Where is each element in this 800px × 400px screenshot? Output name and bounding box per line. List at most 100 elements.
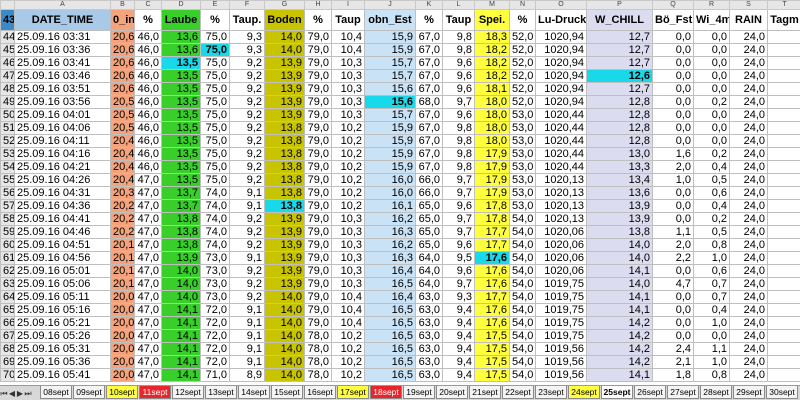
column-letter-o[interactable]: O bbox=[535, 0, 587, 10]
sheet-tab[interactable]: 11sept bbox=[139, 386, 171, 399]
table-cell[interactable]: 24,0 bbox=[729, 108, 768, 122]
table-cell[interactable]: 20,1 bbox=[110, 264, 135, 278]
table-cell[interactable]: 20,6 bbox=[110, 43, 135, 57]
table-cell[interactable]: 79,0 bbox=[304, 303, 332, 317]
table-cell[interactable]: 9,1 bbox=[229, 251, 265, 265]
table-cell[interactable]: 24,0 bbox=[729, 121, 768, 135]
table-cell[interactable]: 25.09.16 05:26 bbox=[14, 329, 111, 343]
table-cell[interactable]: 54,0 bbox=[509, 225, 536, 239]
row-number[interactable]: 49 bbox=[0, 95, 15, 109]
table-cell[interactable]: 0,6 bbox=[693, 186, 730, 200]
table-cell[interactable]: 14,0 bbox=[586, 277, 653, 291]
table-cell[interactable]: 64,0 bbox=[415, 277, 443, 291]
table-cell[interactable]: 16,2 bbox=[364, 238, 416, 252]
table-cell[interactable]: 9,8 bbox=[442, 134, 475, 148]
table-cell[interactable]: 24,0 bbox=[729, 30, 768, 44]
table-cell[interactable]: 24,0 bbox=[729, 355, 768, 369]
table-cell[interactable]: 1020,06 bbox=[535, 251, 587, 265]
table-cell[interactable]: 53,0 bbox=[509, 186, 536, 200]
table-cell[interactable]: 20,2 bbox=[110, 199, 135, 213]
table-cell[interactable]: 14,0 bbox=[264, 290, 305, 304]
table-cell[interactable] bbox=[767, 82, 800, 96]
table-cell[interactable]: 10,4 bbox=[331, 290, 365, 304]
table-cell[interactable]: 15,9 bbox=[364, 147, 416, 161]
table-cell[interactable]: 54,0 bbox=[509, 329, 536, 343]
table-cell[interactable]: 13,5 bbox=[161, 95, 201, 109]
table-cell[interactable]: 20,0 bbox=[110, 368, 135, 382]
table-cell[interactable]: 13,9 bbox=[586, 199, 653, 213]
table-cell[interactable]: 67,0 bbox=[415, 160, 443, 174]
table-cell[interactable]: 16,0 bbox=[364, 173, 416, 187]
table-cell[interactable]: 9,6 bbox=[442, 82, 475, 96]
table-cell[interactable]: 17,7 bbox=[474, 238, 510, 252]
table-cell[interactable]: 47,0 bbox=[134, 355, 162, 369]
table-cell[interactable]: 24,0 bbox=[729, 160, 768, 174]
table-cell[interactable]: 0,0 bbox=[652, 316, 694, 330]
table-cell[interactable]: 24,0 bbox=[729, 56, 768, 70]
table-cell[interactable]: 24,0 bbox=[729, 238, 768, 252]
table-cell[interactable]: 67,0 bbox=[415, 121, 443, 135]
table-cell[interactable]: 24,0 bbox=[729, 368, 768, 382]
table-cell[interactable]: 14,1 bbox=[161, 316, 201, 330]
table-cell[interactable]: 79,0 bbox=[304, 225, 332, 239]
table-cell[interactable]: 25.09.16 05:11 bbox=[14, 290, 111, 304]
table-cell[interactable]: 12,8 bbox=[586, 95, 653, 109]
table-cell[interactable]: 47,0 bbox=[134, 342, 162, 356]
table-cell[interactable]: 52,0 bbox=[509, 95, 536, 109]
table-cell[interactable]: 78,0 bbox=[304, 368, 332, 382]
table-cell[interactable]: 0,4 bbox=[693, 199, 730, 213]
table-cell[interactable]: 63,0 bbox=[415, 290, 443, 304]
column-header[interactable]: Spei. bbox=[474, 9, 510, 31]
table-cell[interactable]: 9,1 bbox=[229, 355, 265, 369]
table-cell[interactable]: 63,0 bbox=[415, 316, 443, 330]
column-letter-i[interactable]: I bbox=[331, 0, 365, 10]
row-number[interactable]: 68 bbox=[0, 342, 15, 356]
table-cell[interactable]: 24,0 bbox=[729, 225, 768, 239]
table-cell[interactable]: 47,0 bbox=[134, 212, 162, 226]
table-cell[interactable]: 25.09.16 04:51 bbox=[14, 238, 111, 252]
table-cell[interactable]: 10,3 bbox=[331, 95, 365, 109]
table-cell[interactable]: 0,0 bbox=[652, 186, 694, 200]
table-cell[interactable]: 9,2 bbox=[229, 277, 265, 291]
table-cell[interactable]: 14,0 bbox=[264, 43, 305, 57]
table-cell[interactable]: 10,3 bbox=[331, 56, 365, 70]
table-cell[interactable]: 47,0 bbox=[134, 186, 162, 200]
table-cell[interactable]: 20,6 bbox=[110, 82, 135, 96]
table-cell[interactable]: 2,2 bbox=[652, 251, 694, 265]
table-cell[interactable]: 13,9 bbox=[264, 69, 305, 83]
table-cell[interactable]: 75,0 bbox=[200, 121, 230, 135]
table-cell[interactable]: 52,0 bbox=[509, 82, 536, 96]
table-cell[interactable]: 0,7 bbox=[693, 277, 730, 291]
table-cell[interactable]: 0,2 bbox=[693, 212, 730, 226]
table-cell[interactable]: 9,8 bbox=[442, 121, 475, 135]
table-cell[interactable]: 53,0 bbox=[509, 160, 536, 174]
table-cell[interactable]: 79,0 bbox=[304, 134, 332, 148]
table-cell[interactable] bbox=[767, 147, 800, 161]
table-cell[interactable]: 1020,44 bbox=[535, 160, 587, 174]
table-cell[interactable]: 0,0 bbox=[652, 264, 694, 278]
row-number[interactable]: 66 bbox=[0, 316, 15, 330]
table-cell[interactable]: 15,9 bbox=[364, 30, 416, 44]
table-cell[interactable]: 20,6 bbox=[110, 56, 135, 70]
table-cell[interactable]: 13,9 bbox=[264, 95, 305, 109]
table-cell[interactable]: 75,0 bbox=[200, 43, 230, 57]
table-cell[interactable]: 25.09.16 04:41 bbox=[14, 212, 111, 226]
table-cell[interactable]: 2,0 bbox=[652, 160, 694, 174]
table-cell[interactable]: 1020,94 bbox=[535, 43, 587, 57]
table-cell[interactable]: 17,6 bbox=[474, 277, 510, 291]
table-cell[interactable]: 13,9 bbox=[264, 238, 305, 252]
table-cell[interactable]: 25.09.16 04:31 bbox=[14, 186, 111, 200]
table-cell[interactable]: 10,4 bbox=[331, 303, 365, 317]
table-cell[interactable]: 72,0 bbox=[200, 303, 230, 317]
column-header[interactable]: obn_Est bbox=[364, 9, 416, 31]
table-cell[interactable]: 1019,56 bbox=[535, 355, 587, 369]
row-number[interactable]: 46 bbox=[0, 56, 15, 70]
table-cell[interactable]: 13,5 bbox=[161, 147, 201, 161]
table-cell[interactable]: 67,0 bbox=[415, 108, 443, 122]
table-cell[interactable]: 15,7 bbox=[364, 108, 416, 122]
table-cell[interactable]: 79,0 bbox=[304, 173, 332, 187]
table-cell[interactable]: 9,7 bbox=[442, 212, 475, 226]
table-cell[interactable]: 46,0 bbox=[134, 69, 162, 83]
table-cell[interactable]: 16,5 bbox=[364, 355, 416, 369]
table-cell[interactable]: 20,4 bbox=[110, 173, 135, 187]
